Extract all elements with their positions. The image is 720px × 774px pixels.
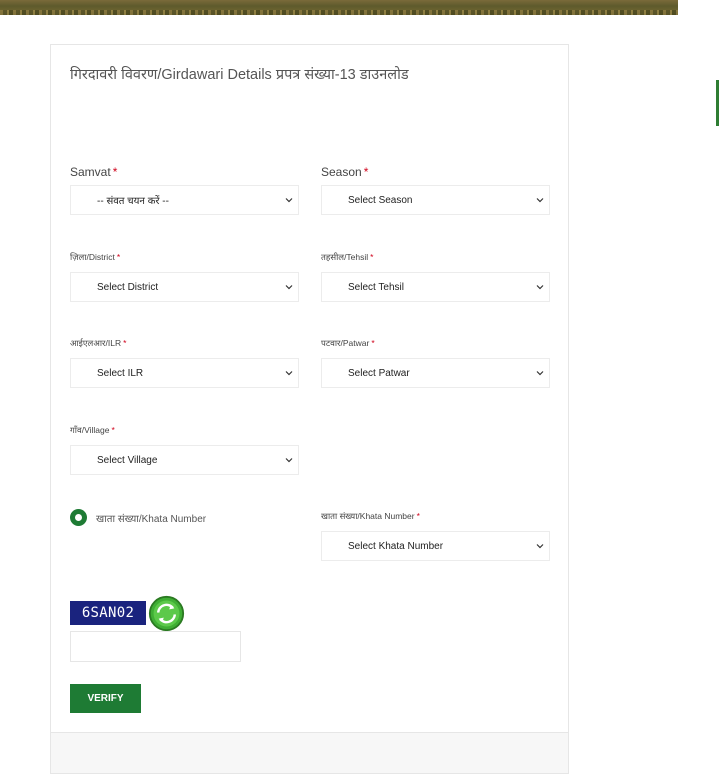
chevron-down-icon xyxy=(285,285,293,290)
chevron-down-icon xyxy=(285,458,293,463)
district-label-text: ज़िला/District xyxy=(70,252,115,262)
form-title: गिरदावरी विवरण/Girdawari Details प्रपत्र… xyxy=(70,67,409,83)
samvat-label-text: Samvat xyxy=(70,165,111,179)
season-label: Season * xyxy=(321,165,368,179)
verify-button[interactable]: VERIFY xyxy=(70,684,141,713)
chevron-down-icon xyxy=(536,198,544,203)
required-mark: * xyxy=(123,338,127,348)
captcha-image: 6SAN02 xyxy=(70,601,146,625)
district-label: ज़िला/District * xyxy=(70,252,120,263)
patwar-label: पटवार/Patwar * xyxy=(321,338,375,349)
chevron-down-icon xyxy=(536,544,544,549)
refresh-icon[interactable] xyxy=(148,595,185,632)
chevron-down-icon xyxy=(285,198,293,203)
header-banner-image xyxy=(0,0,678,15)
samvat-select[interactable]: -- संवत चयन करें -- xyxy=(70,185,299,215)
captcha-input[interactable] xyxy=(70,631,241,662)
village-select[interactable]: Select Village xyxy=(70,445,299,475)
season-label-text: Season xyxy=(321,165,362,179)
village-select-value: Select Village xyxy=(97,454,158,466)
required-mark: * xyxy=(363,165,369,179)
card-footer xyxy=(51,732,568,773)
girdawari-form-card: गिरदावरी विवरण/Girdawari Details प्रपत्र… xyxy=(50,44,569,774)
required-mark: * xyxy=(116,252,121,262)
tehsil-label-text: तहसील/Tehsil xyxy=(321,252,369,262)
district-select[interactable]: Select District xyxy=(70,272,299,302)
tehsil-select[interactable]: Select Tehsil xyxy=(321,272,550,302)
patwar-select[interactable]: Select Patwar xyxy=(321,358,550,388)
khata-number-select[interactable]: Select Khata Number xyxy=(321,531,550,561)
patwar-label-text: पटवार/Patwar xyxy=(321,338,370,348)
chevron-down-icon xyxy=(536,371,544,376)
samvat-select-value: -- संवत चयन करें -- xyxy=(97,196,169,207)
ilr-select[interactable]: Select ILR xyxy=(70,358,299,388)
samvat-label: Samvat * xyxy=(70,165,117,179)
ilr-label-text: आईएलआर/ILR xyxy=(70,338,122,348)
khata-number-radio-label: खाता संख्या/Khata Number xyxy=(96,514,207,525)
radio-checked-dot xyxy=(75,514,82,521)
ilr-label: आईएलआर/ILR * xyxy=(70,338,126,349)
khata-label: खाता संख्या/Khata Number * xyxy=(321,511,420,522)
required-mark: * xyxy=(112,165,118,179)
chevron-down-icon xyxy=(285,371,293,376)
khata-select-value: Select Khata Number xyxy=(348,540,444,552)
ilr-select-value: Select ILR xyxy=(97,367,144,379)
tehsil-select-value: Select Tehsil xyxy=(348,281,404,293)
required-mark: * xyxy=(111,425,115,435)
village-label: गाँव/Village * xyxy=(70,425,115,436)
village-label-text: गाँव/Village xyxy=(70,425,110,435)
patwar-select-value: Select Patwar xyxy=(348,367,410,379)
side-accent-bar xyxy=(716,80,719,126)
season-select[interactable]: Select Season xyxy=(321,185,550,215)
required-mark: * xyxy=(371,338,375,348)
district-select-value: Select District xyxy=(97,281,159,293)
chevron-down-icon xyxy=(536,285,544,290)
khata-number-radio[interactable] xyxy=(70,509,87,526)
season-select-value: Select Season xyxy=(348,194,413,206)
tehsil-label: तहसील/Tehsil * xyxy=(321,252,373,263)
required-mark: * xyxy=(416,511,420,521)
khata-label-text: खाता संख्या/Khata Number xyxy=(321,511,415,521)
required-mark: * xyxy=(370,252,374,262)
